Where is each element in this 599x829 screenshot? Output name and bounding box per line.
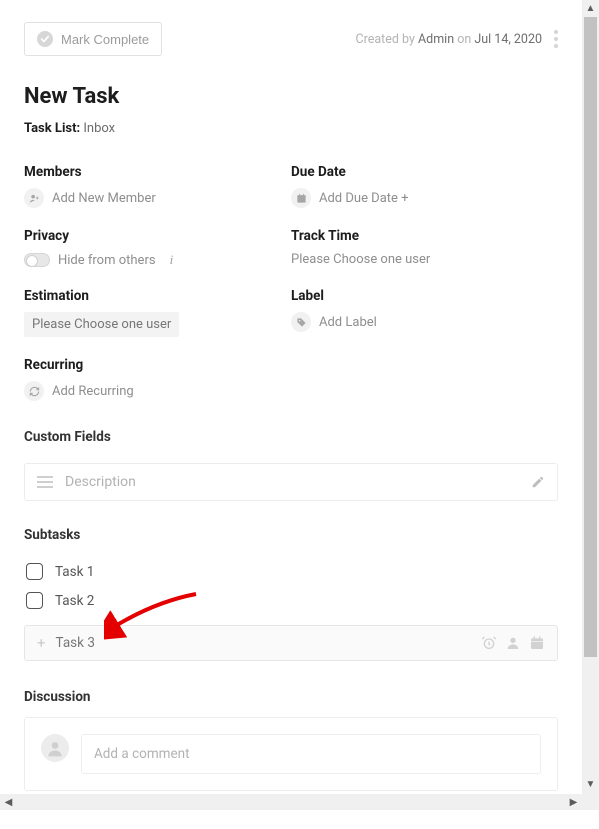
discussion-heading: Discussion: [24, 689, 558, 705]
privacy-option-label: Hide from others: [58, 253, 156, 268]
track-time-label: Track Time: [291, 228, 558, 244]
subtasks-heading: Subtasks: [24, 527, 558, 543]
top-row: Mark Complete Created by Admin on Jul 14…: [24, 22, 558, 56]
track-time-select[interactable]: Please Choose one user: [291, 252, 558, 267]
check-circle-icon: [37, 31, 53, 47]
members-field: Members Add New Member: [24, 164, 291, 208]
created-by-text: Created by Admin on Jul 14, 2020: [355, 32, 542, 47]
description-placeholder: Description: [65, 474, 519, 490]
refresh-icon: [24, 381, 44, 401]
info-icon[interactable]: i: [170, 252, 174, 268]
avatar: [41, 734, 69, 762]
comment-input[interactable]: Add a comment: [81, 734, 541, 774]
task-detail-panel: Mark Complete Created by Admin on Jul 14…: [0, 0, 582, 793]
add-recurring-button[interactable]: Add Recurring: [24, 381, 558, 401]
subtask-checkbox[interactable]: [26, 592, 43, 609]
estimation-label: Estimation: [24, 288, 291, 304]
scroll-down-icon[interactable]: ▼: [582, 776, 599, 793]
paragraph-icon: [37, 476, 53, 488]
privacy-label: Privacy: [24, 228, 291, 244]
edit-icon[interactable]: [531, 475, 545, 489]
plus-icon: +: [37, 636, 46, 651]
scrollbar-corner: [582, 793, 599, 810]
calendar-icon: [291, 188, 311, 208]
privacy-toggle-row: Hide from others i: [24, 252, 291, 268]
subtask-quick-icons: [481, 635, 545, 651]
estimation-placeholder: Please Choose one user: [24, 312, 179, 337]
subtask-row[interactable]: Task 2: [24, 586, 558, 615]
add-member-label: Add New Member: [52, 191, 156, 206]
add-recurring-label: Add Recurring: [52, 384, 134, 399]
add-subtask-input[interactable]: + Task 3: [24, 625, 558, 661]
due-date-label: Due Date: [291, 164, 558, 180]
subtask-row[interactable]: Task 1: [24, 557, 558, 586]
horizontal-scrollbar[interactable]: ◀ ▶: [0, 793, 582, 810]
mark-complete-label: Mark Complete: [61, 32, 149, 47]
task-title[interactable]: New Task: [24, 84, 558, 109]
recurring-label: Recurring: [24, 357, 558, 373]
subtask-checkbox[interactable]: [26, 563, 43, 580]
subtask-label: Task 2: [55, 593, 94, 609]
estimation-select[interactable]: Please Choose one user: [24, 312, 291, 337]
add-member-button[interactable]: Add New Member: [24, 188, 291, 208]
subtask-label: Task 1: [55, 564, 94, 580]
privacy-field: Privacy Hide from others i: [24, 228, 291, 268]
add-label-text: Add Label: [319, 315, 377, 330]
fields-grid: Members Add New Member Due Date Add Due …: [24, 164, 558, 421]
track-time-field: Track Time Please Choose one user: [291, 228, 558, 268]
calendar-icon[interactable]: [529, 635, 545, 651]
vertical-scroll-thumb[interactable]: [584, 17, 597, 657]
custom-fields-heading: Custom Fields: [24, 429, 558, 445]
recurring-field: Recurring Add Recurring: [24, 357, 558, 401]
user-plus-icon: [24, 188, 44, 208]
user-icon[interactable]: [505, 635, 521, 651]
task-list-line: Task List: Inbox: [24, 121, 558, 136]
tag-icon: [291, 312, 311, 332]
add-due-date-button[interactable]: Add Due Date +: [291, 188, 558, 208]
track-time-placeholder: Please Choose one user: [291, 252, 430, 267]
discussion-box: Add a comment: [24, 717, 558, 791]
estimation-field: Estimation Please Choose one user: [24, 288, 291, 337]
scroll-right-icon[interactable]: ▶: [565, 794, 582, 811]
scroll-up-icon[interactable]: ▲: [582, 0, 599, 17]
label-label: Label: [291, 288, 558, 304]
comment-placeholder: Add a comment: [94, 746, 190, 762]
vertical-scrollbar[interactable]: ▲ ▼: [582, 0, 599, 793]
due-date-field: Due Date Add Due Date +: [291, 164, 558, 208]
alarm-icon[interactable]: [481, 635, 497, 651]
created-meta: Created by Admin on Jul 14, 2020: [355, 30, 558, 48]
add-label-button[interactable]: Add Label: [291, 312, 558, 332]
label-field: Label Add Label: [291, 288, 558, 337]
description-field[interactable]: Description: [24, 463, 558, 501]
members-label: Members: [24, 164, 291, 180]
mark-complete-button[interactable]: Mark Complete: [24, 22, 162, 56]
privacy-toggle[interactable]: [24, 253, 50, 267]
add-due-date-label: Add Due Date +: [319, 191, 409, 206]
scroll-left-icon[interactable]: ◀: [0, 794, 17, 811]
add-subtask-value: Task 3: [56, 635, 471, 651]
more-menu-icon[interactable]: [554, 30, 558, 48]
